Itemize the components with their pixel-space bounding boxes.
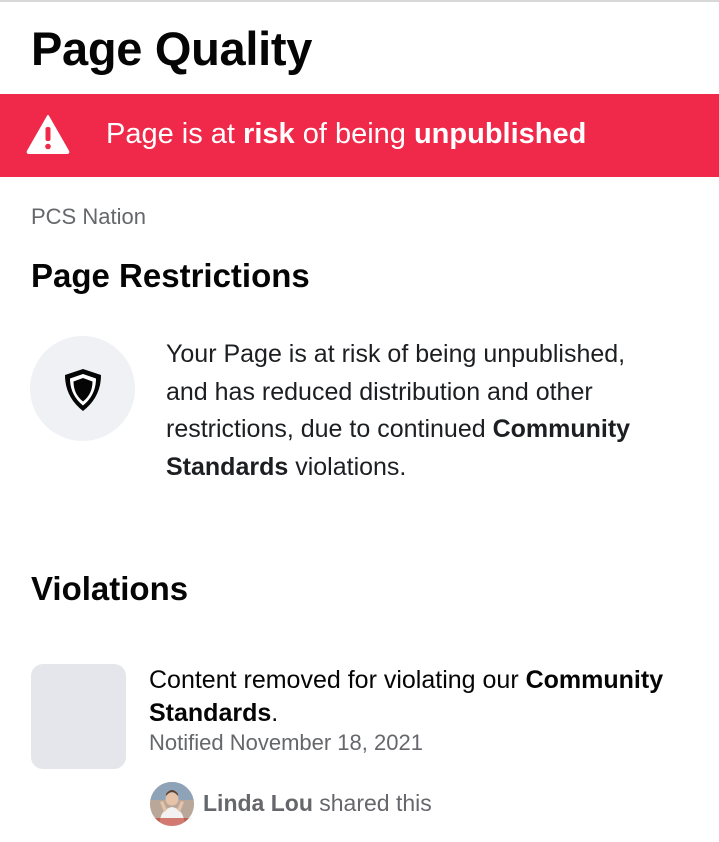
risk-banner: Page is at risk of being unpublished — [0, 94, 719, 177]
page-title: Page Quality — [31, 22, 313, 75]
notified-date: Notified November 18, 2021 — [149, 730, 423, 755]
shield-icon-badge — [30, 336, 135, 441]
avatar-image — [150, 782, 194, 826]
banner-text-risk: risk — [243, 118, 295, 150]
violation-thumbnail[interactable] — [31, 664, 126, 769]
shared-suffix: shared this — [312, 790, 432, 816]
banner-text-prefix: Page is at — [106, 118, 244, 150]
shield-icon — [65, 369, 101, 411]
warning-icon — [26, 115, 70, 154]
avatar[interactable] — [150, 782, 194, 826]
violation-text-before: Content removed for violating our — [149, 666, 526, 694]
shared-by-text: Linda Lou shared this — [203, 790, 432, 817]
page-restrictions-heading: Page Restrictions — [31, 257, 310, 294]
shared-by-name[interactable]: Linda Lou — [203, 790, 313, 816]
page-name[interactable]: PCS Nation — [31, 204, 146, 230]
restriction-description: Your Page is at risk of being unpublishe… — [166, 336, 666, 486]
violation-description[interactable]: Content removed for violating our Commun… — [149, 664, 669, 730]
banner-text-unpublished: unpublished — [413, 118, 587, 150]
violation-text-after: . — [271, 699, 279, 727]
restriction-text-after: violations. — [288, 452, 407, 481]
banner-text-middle: of being — [294, 118, 414, 150]
violations-heading: Violations — [31, 570, 189, 607]
top-divider — [0, 0, 719, 2]
banner-message: Page is at risk of being unpublished — [106, 116, 586, 152]
